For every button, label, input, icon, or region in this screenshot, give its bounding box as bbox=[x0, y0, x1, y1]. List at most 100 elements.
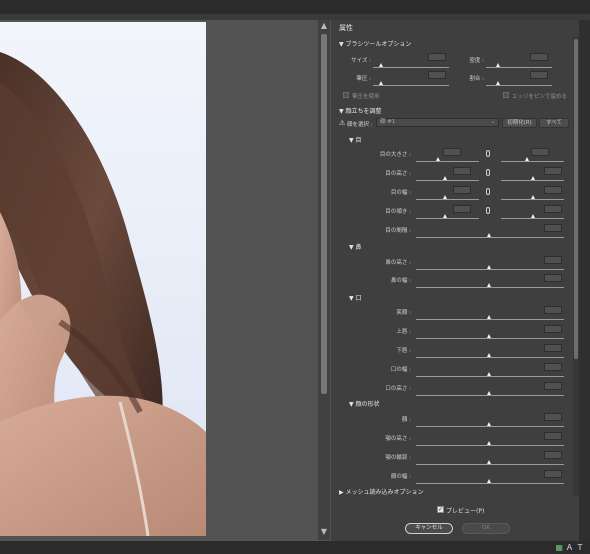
eye-tilt-right-knob[interactable] bbox=[531, 214, 535, 218]
pin-edges-checkbox[interactable] bbox=[503, 92, 509, 98]
eye-width-right-value[interactable] bbox=[544, 186, 562, 194]
scroll-up-icon[interactable]: ▲ bbox=[320, 22, 328, 30]
size-slider-knob[interactable] bbox=[379, 63, 383, 67]
ok-button[interactable]: OK bbox=[462, 523, 510, 534]
eye-tilt-left-knob[interactable] bbox=[443, 214, 447, 218]
rate-slider[interactable] bbox=[486, 85, 552, 86]
mouth-width-slider[interactable] bbox=[416, 376, 564, 377]
vertical-text-icon[interactable]: Ｔ bbox=[576, 543, 584, 552]
jawline-knob[interactable] bbox=[487, 460, 491, 464]
eye-tilt-left-value[interactable] bbox=[453, 205, 471, 213]
density-slider[interactable] bbox=[486, 67, 552, 68]
eye-height-right-slider[interactable] bbox=[501, 180, 564, 181]
forehead-knob[interactable] bbox=[487, 422, 491, 426]
smile-knob[interactable] bbox=[487, 315, 491, 319]
eye-distance-knob[interactable] bbox=[487, 233, 491, 237]
eye-size-right-value[interactable] bbox=[531, 148, 549, 156]
mouth-width-knob[interactable] bbox=[487, 372, 491, 376]
eye-width-left-knob[interactable] bbox=[443, 195, 447, 199]
eye-distance-slider[interactable] bbox=[416, 237, 564, 238]
pressure-slider-knob[interactable] bbox=[379, 81, 383, 85]
reset-button[interactable]: 初期化(R) bbox=[502, 118, 537, 128]
select-face-dropdown[interactable]: 顔 #1 ⌄ bbox=[376, 118, 499, 127]
size-slider[interactable] bbox=[373, 67, 449, 68]
face-width-value[interactable] bbox=[544, 470, 562, 478]
mouth-height-knob[interactable] bbox=[487, 391, 491, 395]
nose-group-header[interactable]: ▼ 鼻 bbox=[349, 242, 362, 251]
mouth-height-value[interactable] bbox=[544, 382, 562, 390]
link-icon[interactable] bbox=[486, 188, 490, 195]
pressure-value[interactable] bbox=[428, 71, 446, 79]
cancel-button[interactable]: キャンセル bbox=[405, 523, 453, 534]
density-value[interactable] bbox=[530, 53, 548, 61]
chin-height-slider[interactable] bbox=[416, 445, 564, 446]
upper-lip-knob[interactable] bbox=[487, 334, 491, 338]
pen-pressure-checkbox[interactable] bbox=[343, 92, 349, 98]
nose-height-slider[interactable] bbox=[416, 269, 564, 270]
eye-tilt-left-slider[interactable] bbox=[416, 218, 479, 219]
lower-lip-value[interactable] bbox=[544, 344, 562, 352]
eye-height-right-value[interactable] bbox=[544, 167, 562, 175]
text-icon[interactable]: Ａ bbox=[565, 543, 573, 552]
eye-width-left-value[interactable] bbox=[453, 186, 471, 194]
nose-height-value[interactable] bbox=[544, 256, 562, 264]
chin-height-value[interactable] bbox=[544, 432, 562, 440]
link-icon[interactable] bbox=[486, 169, 490, 176]
face-section-header[interactable]: ▼ 顔立ちを調整 bbox=[339, 106, 382, 115]
eye-height-right-knob[interactable] bbox=[531, 176, 535, 180]
jawline-slider[interactable] bbox=[416, 464, 564, 465]
rate-slider-knob[interactable] bbox=[496, 81, 500, 85]
nose-width-slider[interactable] bbox=[416, 287, 564, 288]
scroll-down-icon[interactable]: ▼ bbox=[320, 528, 328, 536]
upper-lip-slider[interactable] bbox=[416, 338, 564, 339]
photo-canvas[interactable] bbox=[0, 22, 206, 536]
eyes-group-header[interactable]: ▼ 目 bbox=[349, 135, 362, 144]
eye-tilt-right-slider[interactable] bbox=[501, 218, 564, 219]
smile-slider[interactable] bbox=[416, 319, 564, 320]
pressure-slider[interactable] bbox=[373, 85, 449, 86]
link-icon[interactable] bbox=[486, 207, 490, 214]
nose-width-knob[interactable] bbox=[487, 283, 491, 287]
eye-height-left-value[interactable] bbox=[453, 167, 471, 175]
eye-tilt-right-value[interactable] bbox=[544, 205, 562, 213]
eye-size-left-slider[interactable] bbox=[416, 161, 479, 162]
brush-section-header[interactable]: ▼ ブラシツールオプション bbox=[339, 39, 411, 48]
nose-width-value[interactable] bbox=[544, 274, 562, 282]
eye-size-right-knob[interactable] bbox=[525, 157, 529, 161]
face-width-knob[interactable] bbox=[487, 479, 491, 483]
density-slider-knob[interactable] bbox=[496, 63, 500, 67]
size-value[interactable] bbox=[428, 53, 446, 61]
canvas-vertical-scrollbar[interactable]: ▲ ▼ bbox=[318, 20, 330, 540]
mouth-group-header[interactable]: ▼ 口 bbox=[349, 293, 362, 302]
rate-value[interactable] bbox=[530, 71, 548, 79]
grid-icon[interactable]: ▦ bbox=[555, 543, 563, 552]
lower-lip-knob[interactable] bbox=[487, 353, 491, 357]
forehead-value[interactable] bbox=[544, 413, 562, 421]
all-button[interactable]: すべて bbox=[539, 118, 569, 128]
eye-height-left-slider[interactable] bbox=[416, 180, 479, 181]
upper-lip-value[interactable] bbox=[544, 325, 562, 333]
mesh-section-header[interactable]: ▶ メッシュ読み込みオプション bbox=[339, 487, 424, 496]
smile-value[interactable] bbox=[544, 306, 562, 314]
link-icon[interactable] bbox=[486, 150, 490, 157]
eye-height-left-knob[interactable] bbox=[443, 176, 447, 180]
scroll-thumb[interactable] bbox=[321, 34, 327, 394]
eye-width-right-knob[interactable] bbox=[531, 195, 535, 199]
face-width-slider[interactable] bbox=[416, 483, 564, 484]
eye-distance-value[interactable] bbox=[544, 224, 562, 232]
forehead-slider[interactable] bbox=[416, 426, 564, 427]
mouth-height-slider[interactable] bbox=[416, 395, 564, 396]
chin-height-knob[interactable] bbox=[487, 441, 491, 445]
eye-size-left-value[interactable] bbox=[443, 148, 461, 156]
eye-size-right-slider[interactable] bbox=[501, 161, 564, 162]
lower-lip-slider[interactable] bbox=[416, 357, 564, 358]
jawline-value[interactable] bbox=[544, 451, 562, 459]
nose-height-knob[interactable] bbox=[487, 265, 491, 269]
eye-width-left-slider[interactable] bbox=[416, 199, 479, 200]
preview-checkbox[interactable]: ✓ bbox=[437, 506, 444, 513]
panel-scrollbar[interactable] bbox=[573, 37, 579, 497]
eye-width-right-slider[interactable] bbox=[501, 199, 564, 200]
panel-scroll-thumb[interactable] bbox=[574, 39, 578, 359]
eye-size-left-knob[interactable] bbox=[436, 157, 440, 161]
mouth-width-value[interactable] bbox=[544, 363, 562, 371]
